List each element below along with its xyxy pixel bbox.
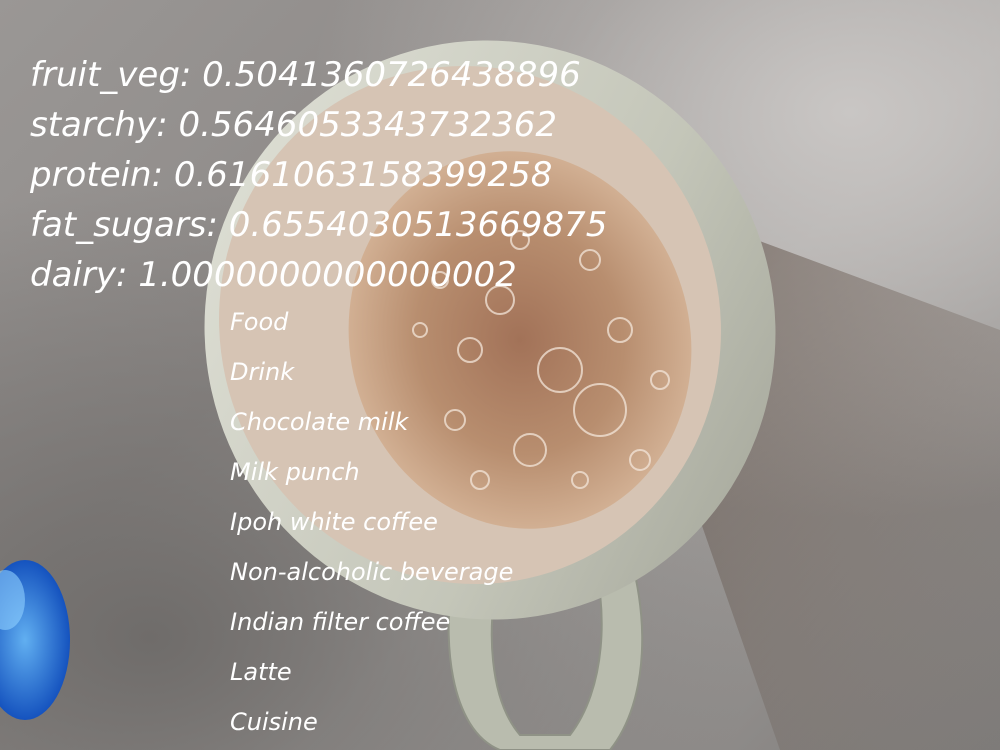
label-tags-list: Food Drink Chocolate milk Milk punch Ipo… [230,297,513,747]
score-dairy: dairy: 1.0000000000000002 [30,255,517,295]
score-fruit-veg: fruit_veg: 0.5041360726438896 [30,55,581,95]
nutrition-scores-list: fruit_veg: 0.5041360726438896 starchy: 0… [30,50,607,300]
tag-item: Non-alcoholic beverage [230,558,514,586]
tag-item: Cuisine [230,708,318,736]
tag-item: Drink [230,358,295,386]
photo-canvas: fruit_veg: 0.5041360726438896 starchy: 0… [0,0,1000,750]
score-protein: protein: 0.6161063158399258 [30,155,553,195]
tag-item: Ipoh white coffee [230,508,438,536]
tag-item: Latte [230,658,292,686]
tag-item: Indian filter coffee [230,608,451,636]
score-fat-sugars: fat_sugars: 0.6554030513669875 [30,205,608,245]
score-starchy: starchy: 0.5646053343732362 [30,105,558,145]
tag-item: Milk punch [230,458,360,486]
tag-item: Chocolate milk [230,408,409,436]
tag-item: Food [230,308,289,336]
